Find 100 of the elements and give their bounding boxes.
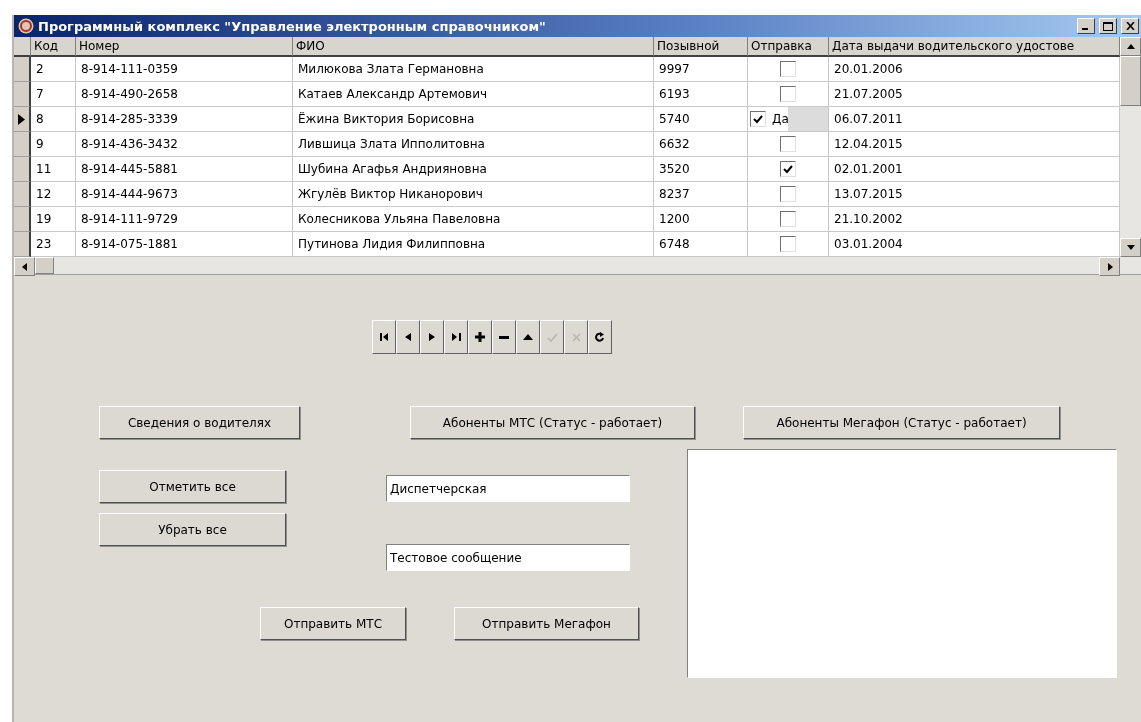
navigator-button[interactable]	[420, 320, 444, 354]
table-cell: Милюкова Злата Германовна	[293, 57, 654, 82]
table-cell: 02.01.2001	[829, 157, 1120, 182]
table-cell: 20.01.2006	[829, 57, 1120, 82]
row-indicator[interactable]	[14, 232, 31, 257]
table-cell: 13.07.2015	[829, 182, 1120, 207]
table-cell: 9	[31, 132, 76, 157]
app-logo-icon	[18, 18, 34, 34]
scroll-right-button[interactable]	[1099, 257, 1120, 276]
drivers-info-button[interactable]: Сведения о водителях	[99, 406, 300, 439]
column-header[interactable]: Позывной	[654, 37, 748, 57]
checkbox-label: Да	[772, 112, 789, 126]
minimize-button[interactable]	[1077, 18, 1095, 34]
row-indicator[interactable]	[14, 57, 31, 82]
navigator-button[interactable]	[468, 320, 492, 354]
maximize-button[interactable]	[1099, 18, 1117, 34]
column-header[interactable]: Код	[31, 37, 76, 57]
up-arrow-icon	[1126, 42, 1135, 51]
current-row-icon	[18, 113, 25, 125]
table-cell: 8-914-444-9673	[76, 182, 293, 207]
checkbox[interactable]	[780, 211, 796, 227]
table-cell: Ёжина Виктория Борисовна	[293, 107, 654, 132]
select-all-button[interactable]: Отметить все	[99, 470, 286, 503]
row-indicator[interactable]	[14, 107, 31, 132]
close-button[interactable]	[1121, 18, 1139, 34]
first-record-icon	[379, 333, 389, 341]
vertical-scrollbar[interactable]	[1120, 37, 1141, 257]
text-field[interactable]: Тестовое сообщение	[386, 544, 630, 571]
checkbox[interactable]	[780, 61, 796, 77]
up-triangle-icon	[523, 334, 533, 340]
send-megafon-button[interactable]: Отправить Мегафон	[454, 607, 639, 640]
mts-subscribers-button[interactable]: Абоненты МТС (Статус - работает)	[410, 406, 695, 439]
clear-all-button[interactable]: Убрать все	[99, 513, 286, 546]
left-arrow-icon	[20, 262, 29, 271]
table-cell: Лившица Злата Ипполитовна	[293, 132, 654, 157]
table-cell: Шубина Агафья Андрияновна	[293, 157, 654, 182]
table-cell: 11	[31, 157, 76, 182]
checkmark-icon	[546, 332, 558, 342]
table-cell: Колесникова Ульяна Павеловна	[293, 207, 654, 232]
checkbox[interactable]	[780, 161, 796, 177]
table-cell: 8-914-490-2658	[76, 82, 293, 107]
table-cell: 21.07.2005	[829, 82, 1120, 107]
navigator-button[interactable]	[588, 320, 612, 354]
table-cell: 8-914-436-3432	[76, 132, 293, 157]
scroll-up-button[interactable]	[1120, 37, 1141, 56]
table-cell: Катаев Александр Артемович	[293, 82, 654, 107]
table-cell: 7	[31, 82, 76, 107]
megafon-subscribers-button[interactable]: Абоненты Мегафон (Статус - работает)	[743, 406, 1060, 439]
scroll-thumb[interactable]	[1120, 56, 1141, 106]
minus-icon	[499, 335, 509, 339]
checkbox[interactable]	[780, 136, 796, 152]
checkbox[interactable]	[750, 111, 766, 127]
navigator-button[interactable]	[396, 320, 420, 354]
table-cell: 8-914-111-0359	[76, 57, 293, 82]
right-triangle-icon	[429, 333, 435, 341]
cross-icon	[571, 332, 581, 342]
memo-field[interactable]	[687, 449, 1117, 678]
table-cell: 8-914-111-9729	[76, 207, 293, 232]
refresh-icon	[595, 332, 605, 342]
window-title: Программный комплекс "Управление электронным справочником"	[38, 18, 547, 34]
scroll-down-button[interactable]	[1120, 238, 1141, 257]
table-cell: 8-914-445-5881	[76, 157, 293, 182]
text-field[interactable]: Диспетчерская	[386, 475, 630, 502]
data-grid[interactable]	[14, 37, 1120, 257]
table-cell: 8-914-285-3339	[76, 107, 293, 132]
table-cell: 2	[31, 57, 76, 82]
table-cell: 19	[31, 207, 76, 232]
row-indicator[interactable]	[14, 82, 31, 107]
left-triangle-icon	[405, 333, 411, 341]
table-cell: 8	[31, 107, 76, 132]
table-cell: Жгулёв Виктор Никанорович	[293, 182, 654, 207]
right-arrow-icon	[1105, 262, 1114, 271]
row-indicator[interactable]	[14, 207, 31, 232]
table-cell: 12	[31, 182, 76, 207]
maximize-icon	[1103, 21, 1113, 31]
down-arrow-icon	[1126, 243, 1135, 252]
horizontal-scrollbar[interactable]	[14, 257, 1141, 275]
column-header[interactable]: Дата выдачи водительского удостове	[829, 37, 1120, 57]
table-cell: 12.04.2015	[829, 132, 1120, 157]
scroll-thumb[interactable]	[35, 257, 54, 274]
close-icon	[1125, 22, 1135, 30]
table-cell: 06.07.2011	[829, 107, 1120, 132]
column-header[interactable]: Отправка	[748, 37, 829, 57]
send-mts-button[interactable]: Отправить МТС	[260, 607, 406, 640]
scroll-left-button[interactable]	[14, 257, 35, 276]
column-header[interactable]: ФИО	[293, 37, 654, 57]
checkbox[interactable]	[780, 236, 796, 252]
row-indicator[interactable]	[14, 157, 31, 182]
checkbox[interactable]	[780, 186, 796, 202]
last-record-icon	[451, 333, 461, 341]
navigator-button[interactable]	[492, 320, 516, 354]
navigator-button[interactable]	[516, 320, 540, 354]
navigator-button[interactable]	[444, 320, 468, 354]
column-header[interactable]: Номер	[76, 37, 293, 57]
row-indicator[interactable]	[14, 182, 31, 207]
plus-icon	[475, 332, 485, 342]
navigator-button[interactable]	[372, 320, 396, 354]
checkbox[interactable]	[780, 86, 796, 102]
row-indicator[interactable]	[14, 132, 31, 157]
table-cell: 21.10.2002	[829, 207, 1120, 232]
